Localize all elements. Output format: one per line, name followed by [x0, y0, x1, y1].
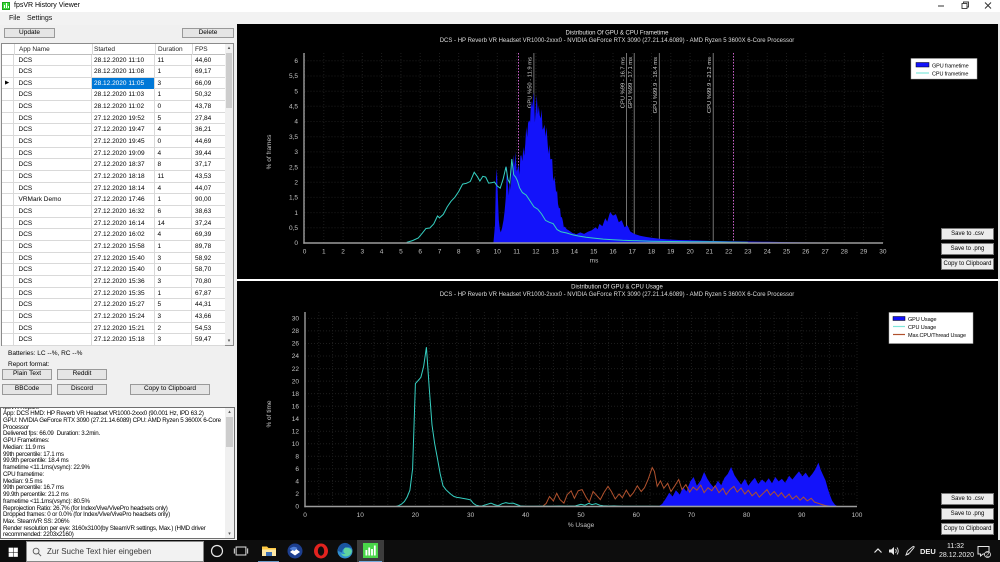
svg-text:20: 20 — [686, 249, 694, 256]
svg-text:4: 4 — [380, 249, 384, 256]
svg-text:% Usage: % Usage — [568, 522, 595, 529]
svg-text:3: 3 — [360, 249, 364, 256]
svg-text:15: 15 — [590, 249, 598, 256]
svg-text:11: 11 — [513, 249, 520, 256]
svg-text:80: 80 — [743, 512, 751, 519]
svg-text:5: 5 — [399, 249, 403, 256]
svg-text:GPU Usage: GPU Usage — [908, 317, 936, 323]
svg-text:3,5: 3,5 — [289, 134, 298, 141]
svg-text:50: 50 — [577, 512, 585, 519]
svg-text:10: 10 — [292, 441, 300, 448]
svg-text:0: 0 — [295, 503, 299, 510]
svg-text:8: 8 — [457, 249, 461, 256]
svg-text:22: 22 — [292, 365, 300, 372]
svg-text:% of frames: % of frames — [266, 134, 273, 169]
svg-text:29: 29 — [860, 249, 868, 256]
svg-text:3: 3 — [294, 149, 298, 156]
svg-text:CPU Usage: CPU Usage — [908, 325, 936, 331]
svg-text:1: 1 — [294, 210, 298, 217]
svg-text:6: 6 — [418, 249, 422, 256]
svg-text:21: 21 — [706, 249, 714, 256]
svg-text:18: 18 — [648, 249, 656, 256]
svg-text:24: 24 — [292, 353, 300, 360]
svg-text:16: 16 — [609, 249, 617, 256]
svg-text:4: 4 — [294, 119, 298, 126]
svg-text:0,5: 0,5 — [289, 225, 298, 232]
svg-text:22: 22 — [725, 249, 733, 256]
svg-text:10: 10 — [494, 249, 502, 256]
svg-text:13: 13 — [551, 249, 559, 256]
svg-text:16: 16 — [292, 403, 300, 410]
svg-text:19: 19 — [667, 249, 675, 256]
svg-text:4: 4 — [295, 478, 299, 485]
svg-text:Distribution Of GPU & CPU Fram: Distribution Of GPU & CPU Frametime — [565, 31, 669, 37]
svg-text:100: 100 — [852, 512, 863, 519]
svg-text:26: 26 — [802, 249, 810, 256]
svg-text:10: 10 — [357, 512, 365, 519]
svg-text:14: 14 — [571, 249, 579, 256]
svg-text:8: 8 — [295, 453, 299, 460]
svg-text:23: 23 — [744, 249, 752, 256]
svg-text:CPU %99 - 16.7 ms: CPU %99 - 16.7 ms — [620, 57, 626, 108]
svg-text:9: 9 — [476, 249, 480, 256]
svg-text:18: 18 — [292, 390, 300, 397]
svg-text:30: 30 — [879, 249, 887, 256]
svg-text:20: 20 — [412, 512, 420, 519]
svg-text:GPU %50 - 11.9 ms: GPU %50 - 11.9 ms — [528, 57, 534, 108]
svg-text:7: 7 — [438, 249, 442, 256]
svg-text:12: 12 — [532, 249, 540, 256]
svg-text:20: 20 — [292, 378, 300, 385]
svg-text:Distribution Of GPU & CPU Usag: Distribution Of GPU & CPU Usage — [571, 284, 663, 290]
svg-text:26: 26 — [292, 340, 300, 347]
svg-text:GPU %99 - 17.1 ms: GPU %99 - 17.1 ms — [628, 57, 634, 109]
svg-text:GPU %99.9 - 18.4 ms: GPU %99.9 - 18.4 ms — [653, 57, 659, 113]
svg-text:1: 1 — [322, 249, 326, 256]
svg-text:27: 27 — [821, 249, 829, 256]
svg-text:1,5: 1,5 — [289, 195, 298, 202]
svg-text:GPU frametime: GPU frametime — [932, 64, 969, 70]
svg-text:6: 6 — [294, 58, 298, 65]
svg-text:5: 5 — [294, 88, 298, 95]
svg-text:6: 6 — [295, 466, 299, 473]
svg-text:70: 70 — [688, 512, 696, 519]
svg-text:12: 12 — [292, 428, 300, 435]
svg-text:24: 24 — [764, 249, 772, 256]
svg-text:5,5: 5,5 — [289, 73, 298, 80]
svg-text:ms: ms — [590, 258, 599, 265]
svg-text:25: 25 — [783, 249, 791, 256]
svg-text:28: 28 — [292, 328, 300, 335]
svg-text:40: 40 — [522, 512, 530, 519]
svg-text:90: 90 — [798, 512, 806, 519]
svg-text:17: 17 — [629, 249, 637, 256]
svg-text:0: 0 — [303, 512, 307, 519]
svg-text:DCS - HP Reverb VR Headset VR1: DCS - HP Reverb VR Headset VR1000-2xxx0 … — [440, 292, 795, 298]
svg-text:60: 60 — [633, 512, 641, 519]
svg-text:2: 2 — [294, 180, 298, 187]
svg-text:Max.CPU/Thread Usage: Max.CPU/Thread Usage — [908, 333, 966, 339]
svg-text:CPU frametime: CPU frametime — [932, 72, 968, 78]
svg-text:30: 30 — [292, 315, 300, 322]
svg-text:CPU %99.9 - 21.2 ms: CPU %99.9 - 21.2 ms — [707, 57, 713, 113]
svg-text:30: 30 — [467, 512, 475, 519]
svg-text:2: 2 — [295, 491, 299, 498]
svg-text:28: 28 — [841, 249, 849, 256]
svg-text:4,5: 4,5 — [289, 104, 298, 111]
svg-text:0: 0 — [303, 249, 307, 256]
svg-text:DCS - HP Reverb VR Headset VR1: DCS - HP Reverb VR Headset VR1000-2xxx0 … — [440, 38, 795, 44]
svg-text:% of time: % of time — [266, 400, 273, 427]
svg-text:0: 0 — [294, 240, 298, 247]
svg-text:2: 2 — [341, 249, 345, 256]
svg-text:2,5: 2,5 — [289, 164, 298, 171]
svg-text:14: 14 — [292, 415, 300, 422]
